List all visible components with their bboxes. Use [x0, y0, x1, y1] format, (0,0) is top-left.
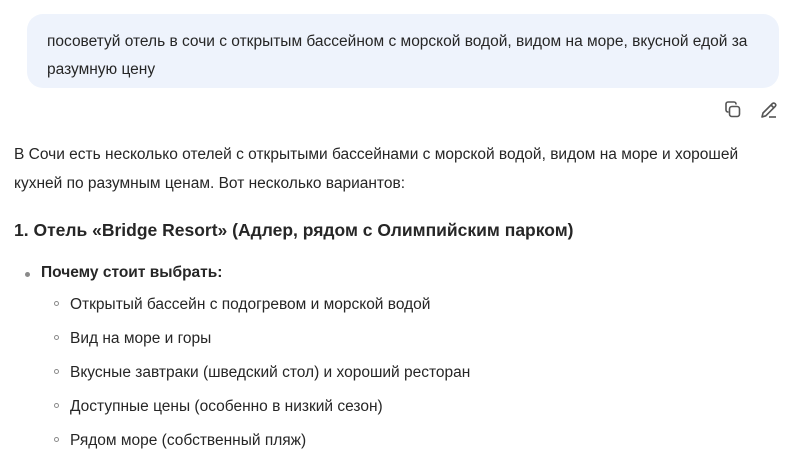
- edit-button[interactable]: [758, 99, 780, 121]
- list-item: Открытый бассейн с подогревом и морской …: [41, 296, 470, 314]
- user-message-bubble: посоветуй отель в сочи с открытым бассей…: [27, 14, 779, 88]
- list-item: Вид на море и горы: [41, 330, 470, 348]
- hotel-heading: 1. Отель «Bridge Resort» (Адлер, рядом с…: [14, 220, 574, 240]
- list-item: Почему стоит выбрать: Открытый бассейн с…: [24, 264, 470, 450]
- reasons-list: Открытый бассейн с подогревом и морской …: [41, 296, 470, 450]
- answer-intro: В Сочи есть несколько отелей с открытыми…: [14, 146, 739, 192]
- hotel-details-list: Почему стоит выбрать: Открытый бассейн с…: [24, 264, 470, 466]
- list-item: Вкусные завтраки (шведский стол) и хорош…: [41, 364, 470, 382]
- copy-icon: [725, 101, 741, 118]
- why-label: Почему стоит выбрать:: [41, 264, 223, 281]
- assistant-answer: В Сочи есть несколько отелей с открытыми…: [14, 140, 790, 449]
- list-item: Доступные цены (особенно в низкий сезон): [41, 398, 470, 416]
- user-message-text: посоветуй отель в сочи с открытым бассей…: [47, 33, 748, 78]
- list-item: Рядом море (собственный пляж): [41, 432, 470, 450]
- message-actions: [722, 99, 780, 121]
- copy-button[interactable]: [722, 99, 744, 121]
- pencil-icon: [761, 102, 777, 118]
